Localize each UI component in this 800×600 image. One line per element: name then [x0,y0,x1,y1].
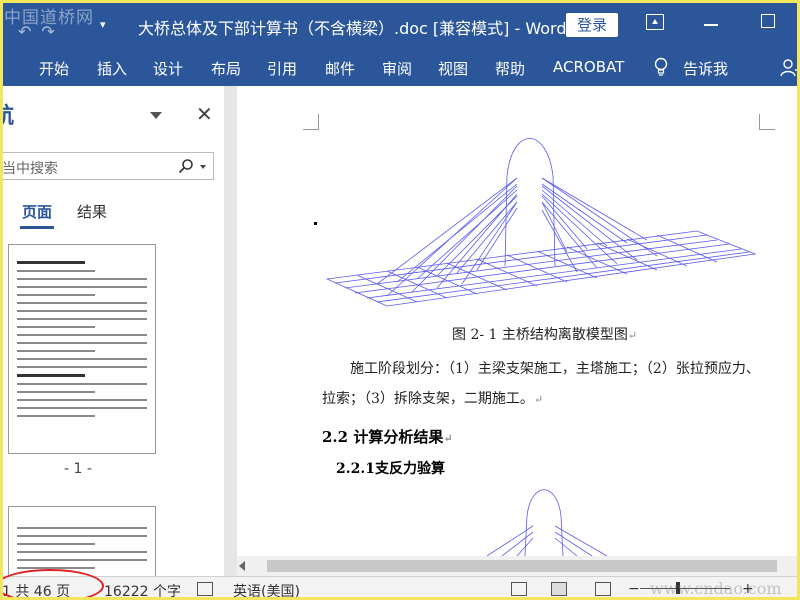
maximize-icon[interactable] [761,14,775,28]
figure-caption-text: 图 2- 1 主桥结构离散模型图 [452,327,628,343]
page-thumbnail-2[interactable] [8,506,156,576]
paragraph-line-2: 拉索；（3）拆除支架，二期施工。↵ [322,391,544,407]
nav-options-dropdown-icon[interactable] [150,112,162,119]
site-watermark: www.cndao.com [650,579,782,598]
bridge-model-figure[interactable] [317,136,757,316]
close-icon[interactable]: ✕ [196,102,213,126]
paragraph-line-2-text: 拉索；（3）拆除支架，二期施工。 [322,391,534,407]
document-area: 图 2- 1 主桥结构离散模型图↵ 施工阶段划分：（1）主梁支架施工，主塔施工；… [237,86,800,556]
highlight-ellipse [0,569,104,600]
scroll-left-icon[interactable] [239,561,245,571]
subsection-heading: 2.2.1支反力验算 [336,461,445,477]
title-bar: 中国道桥网 ↶ ↷ ▾ 大桥总体及下部计算书（不含横梁）.doc [兼容模式] … [0,0,800,50]
active-tab-indicator [20,226,54,229]
tab-review[interactable]: 审阅 [382,58,412,79]
tab-acrobat[interactable]: ACROBAT [553,58,624,76]
page-thumbnail-1[interactable] [8,244,156,454]
section-heading-text: 2.2 计算分析结果 [322,428,444,446]
ribbon-display-options-icon[interactable] [646,14,664,30]
tab-design[interactable]: 设计 [153,58,183,79]
word-count-status[interactable]: 16222 个字 [104,581,181,600]
horizontal-scrollbar[interactable] [237,556,800,576]
minimize-icon[interactable] [704,24,718,26]
search-input[interactable]: 当中搜索 [0,152,214,180]
tab-pages[interactable]: 页面 [22,201,52,222]
share-person-icon[interactable] [780,58,800,78]
tab-layout[interactable]: 布局 [211,58,241,79]
nav-pane-title: 航 [0,104,15,129]
web-layout-icon[interactable] [595,582,611,596]
tab-mailings[interactable]: 邮件 [325,58,355,79]
print-layout-icon[interactable] [551,582,567,596]
navigation-pane: 航 ✕ 当中搜索 页面 结果 - 1 - [0,86,232,576]
redo-icon[interactable]: ↷ [41,22,54,41]
search-placeholder: 当中搜索 [2,161,58,177]
language-status[interactable]: 英语(美国) [233,581,300,600]
ribbon-tabs: 开始 插入 设计 布局 引用 邮件 审阅 视图 帮助 ACROBAT 告诉我 [0,50,800,86]
scrollbar-thumb[interactable] [267,560,777,572]
nav-pane-scrollbar[interactable] [224,86,236,576]
quick-access-toolbar: ↶ ↷ [18,22,55,41]
tab-view[interactable]: 视图 [438,58,468,79]
tell-me-search[interactable]: 告诉我 [683,58,728,79]
read-mode-icon[interactable] [511,582,527,596]
bridge-model-figure-2[interactable] [477,486,617,556]
tab-insert[interactable]: 插入 [97,58,127,79]
page-margin-corner [759,114,775,130]
search-icon[interactable] [178,158,194,174]
page-margin-corner [303,114,319,130]
zoom-out-icon[interactable]: − [628,581,640,597]
proofing-icon[interactable] [197,582,213,596]
document-page[interactable]: 图 2- 1 主桥结构离散模型图↵ 施工阶段划分：（1）主梁支架施工，主塔施工；… [237,86,800,556]
thumbnail-page-number: - 1 - [64,461,92,477]
figure-caption: 图 2- 1 主桥结构离散模型图↵ [452,327,638,343]
window-title: 大桥总体及下部计算书（不含横梁）.doc [兼容模式] - Word [138,19,567,38]
section-heading: 2.2 计算分析结果↵ [322,428,453,446]
tab-results[interactable]: 结果 [77,201,107,222]
tab-home[interactable]: 开始 [39,58,69,79]
undo-icon[interactable]: ↶ [18,22,31,41]
search-options-icon[interactable] [200,165,206,169]
login-button[interactable]: 登录 [566,13,618,37]
status-bar: 1 共 46 页 16222 个字 英语(美国) − + www.cndao.c… [0,569,800,600]
paragraph-line-1: 施工阶段划分：（1）主梁支架施工，主塔施工；（2）张拉预应力、 [350,361,760,377]
tab-references[interactable]: 引用 [267,58,297,79]
tab-help[interactable]: 帮助 [495,58,525,79]
lightbulb-icon [654,57,668,76]
customize-toolbar-icon[interactable]: ▾ [100,18,106,31]
